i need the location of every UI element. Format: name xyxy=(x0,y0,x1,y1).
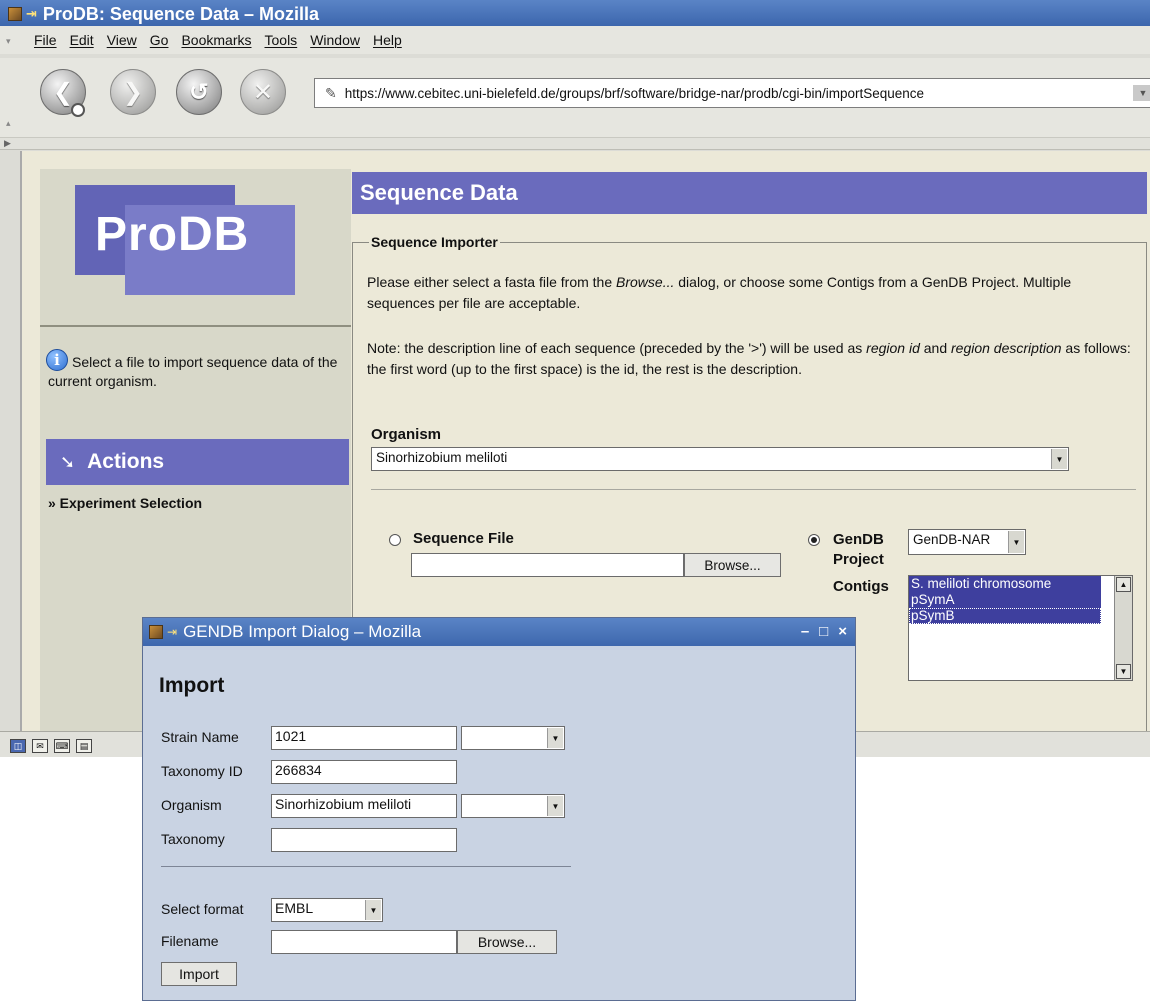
contigs-label: Contigs xyxy=(833,578,889,595)
menubar-grip-icon[interactable]: ▾ xyxy=(6,36,16,46)
menu-go[interactable]: Go xyxy=(150,32,169,48)
url-text: https://www.cebitec.uni-bielefeld.de/gro… xyxy=(344,85,925,101)
window-title: ProDB: Sequence Data – Mozilla xyxy=(42,3,319,24)
section-divider xyxy=(371,489,1136,490)
filename-label: Filename xyxy=(161,933,219,949)
organism-input[interactable]: Sinorhizobium meliloti xyxy=(271,794,457,818)
contig-option[interactable]: pSymA xyxy=(909,592,1101,608)
maximize-icon[interactable]: □ xyxy=(819,623,828,640)
close-icon[interactable]: × xyxy=(838,623,847,640)
gendb-project-radio[interactable] xyxy=(808,534,820,546)
menu-view[interactable]: View xyxy=(107,32,137,48)
select-format-label: Select format xyxy=(161,901,244,917)
menu-bar: ▾ File Edit View Go Bookmarks Tools Wind… xyxy=(0,26,1150,54)
chevron-down-icon: ▼ xyxy=(365,900,381,920)
chevron-down-icon: ▼ xyxy=(1051,449,1067,469)
logo-text: ProDB xyxy=(95,208,250,261)
window-menu-icon[interactable]: ⇥ xyxy=(26,6,37,22)
page-proxy-icon: ✎ xyxy=(325,84,337,101)
format-select-value: EMBL xyxy=(275,900,314,916)
importer-legend: Sequence Importer xyxy=(371,234,498,250)
back-arrow-icon: ❮ xyxy=(52,78,74,106)
mail-icon[interactable]: ✉ xyxy=(32,739,48,753)
stop-icon: ✕ xyxy=(252,78,274,106)
expand-toolbar-icon[interactable]: ▶ xyxy=(4,138,11,149)
organism-label: Organism xyxy=(161,797,222,813)
taxonomy-id-input[interactable]: 266834 xyxy=(271,760,457,784)
dialog-heading: Import xyxy=(159,674,225,697)
stop-button[interactable]: ✕ xyxy=(240,69,286,115)
chevron-down-icon: ▼ xyxy=(547,728,563,748)
actions-header: ➘ Actions xyxy=(46,439,349,485)
dialog-title: GENDB Import Dialog – Mozilla xyxy=(183,622,422,641)
chevron-down-icon: ▼ xyxy=(547,796,563,816)
reload-icon: ↺ xyxy=(188,78,210,106)
taxonomy-input[interactable] xyxy=(271,828,457,852)
actions-label: Actions xyxy=(87,450,165,473)
menu-edit[interactable]: Edit xyxy=(70,32,94,48)
window-titlebar[interactable]: ⇥ ProDB: Sequence Data – Mozilla xyxy=(0,0,1150,26)
url-dropdown-icon[interactable]: ▼ xyxy=(1133,85,1150,101)
importer-intro: Please either select a fasta file from t… xyxy=(367,274,1072,311)
taxonomy-label: Taxonomy xyxy=(161,831,225,847)
scroll-up-icon[interactable]: ▲ xyxy=(1116,577,1131,592)
dialog-browse-button[interactable]: Browse... xyxy=(457,930,557,954)
contig-option[interactable]: pSymB xyxy=(909,608,1101,624)
sequence-file-label: Sequence File xyxy=(413,530,514,547)
window-controls: – □ × xyxy=(801,623,847,640)
gendb-project-value: GenDB-NAR xyxy=(913,532,991,547)
prodb-logo: ProDB xyxy=(75,185,295,295)
scroll-down-icon[interactable]: ▼ xyxy=(1116,664,1131,679)
chevron-down-icon: ▼ xyxy=(1008,531,1024,553)
menu-bookmarks[interactable]: Bookmarks xyxy=(181,32,251,48)
address-book-icon[interactable]: ▤ xyxy=(76,739,92,753)
gendb-import-dialog: ⇥ GENDB Import Dialog – Mozilla – □ × Im… xyxy=(142,617,856,1001)
personal-toolbar: ▶ xyxy=(0,138,1150,150)
app-icon xyxy=(149,625,163,639)
filename-input[interactable] xyxy=(271,930,457,954)
dialog-divider xyxy=(161,866,571,867)
composer-icon[interactable]: ⌨ xyxy=(54,739,70,753)
menu-file[interactable]: File xyxy=(34,32,57,48)
strain-name-input[interactable]: 1021 xyxy=(271,726,457,750)
menu-help[interactable]: Help xyxy=(373,32,402,48)
organism-select-value: Sinorhizobium meliloti xyxy=(376,450,508,465)
contigs-listbox[interactable]: S. meliloti chromosome pSymA pSymB ▲ ▼ xyxy=(908,575,1133,681)
sequence-file-input[interactable] xyxy=(411,553,684,577)
toolbar-grip-icon[interactable]: ▴ xyxy=(6,118,11,129)
forward-arrow-icon: ❯ xyxy=(122,78,144,106)
sidebar-divider xyxy=(40,325,351,327)
organism-select[interactable]: ▼ xyxy=(461,794,565,818)
importer-note: Note: the description line of each seque… xyxy=(367,340,1131,377)
strain-name-label: Strain Name xyxy=(161,729,239,745)
page-title: Sequence Data xyxy=(352,172,1147,214)
format-select[interactable]: EMBL ▼ xyxy=(271,898,383,922)
menu-window[interactable]: Window xyxy=(310,32,360,48)
experiment-selection-link[interactable]: » Experiment Selection xyxy=(48,495,202,511)
menu-tools[interactable]: Tools xyxy=(265,32,298,48)
gendb-project-select[interactable]: GenDB-NAR ▼ xyxy=(908,529,1026,555)
minimize-icon[interactable]: – xyxy=(801,623,809,640)
gendb-project-label: GenDB Project xyxy=(833,531,884,568)
sequence-file-radio[interactable] xyxy=(389,534,401,546)
contig-option[interactable]: S. meliloti chromosome xyxy=(909,576,1101,592)
dialog-titlebar[interactable]: ⇥ GENDB Import Dialog – Mozilla – □ × xyxy=(143,618,855,646)
taxonomy-id-label: Taxonomy ID xyxy=(161,763,243,779)
contigs-scrollbar[interactable]: ▲ ▼ xyxy=(1114,576,1132,680)
reload-button[interactable]: ↺ xyxy=(176,69,222,115)
forward-button[interactable]: ❯ xyxy=(110,69,156,115)
actions-arrow-icon: ➘ xyxy=(60,451,76,472)
navigator-icon[interactable]: ◫ xyxy=(10,739,26,753)
window-menu-icon[interactable]: ⇥ xyxy=(167,625,177,639)
sequence-browse-button[interactable]: Browse... xyxy=(684,553,781,577)
strain-name-select[interactable]: ▼ xyxy=(461,726,565,750)
organism-select[interactable]: Sinorhizobium meliloti ▼ xyxy=(371,447,1069,471)
navigation-toolbar: ❮ ❯ ↺ ✕ ✎ https://www.cebitec.uni-bielef… xyxy=(0,58,1150,138)
back-history-icon[interactable] xyxy=(71,103,85,117)
sidebar-info-text: Select a file to import sequence data of… xyxy=(48,354,338,389)
app-icon xyxy=(8,7,22,21)
organism-label: Organism xyxy=(371,426,442,443)
url-bar[interactable]: ✎ https://www.cebitec.uni-bielefeld.de/g… xyxy=(314,78,1150,108)
import-button[interactable]: Import xyxy=(161,962,237,986)
